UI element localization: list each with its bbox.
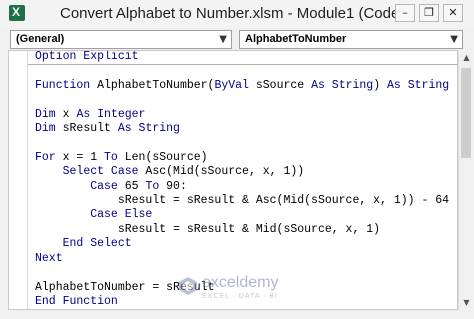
close-button[interactable]: ✕	[443, 4, 463, 22]
code-token: 65	[117, 179, 146, 193]
code-line[interactable]: Next	[35, 252, 63, 265]
procedure-dropdown[interactable]: AlphabetToNumber ▼	[239, 30, 463, 49]
restore-button[interactable]: ❐	[419, 4, 439, 22]
excel-vba-icon[interactable]	[9, 5, 25, 21]
code-keyword: As String	[387, 78, 450, 92]
horizontal-scrollbar[interactable]	[8, 310, 458, 319]
code-token: 90:	[159, 179, 187, 193]
code-token: Len(sSource)	[117, 150, 208, 164]
code-keyword: End Function	[35, 294, 118, 308]
object-dropdown[interactable]: (General) ▼	[10, 30, 232, 49]
code-line[interactable]: Dim sResult As String	[35, 122, 180, 135]
code-keyword: As Integer	[76, 107, 146, 121]
code-keyword: Dim	[35, 107, 56, 121]
chevron-down-icon[interactable]: ▼	[450, 31, 458, 48]
code-line[interactable]: sResult = sResult & Mid(sSource, x, 1)	[35, 223, 380, 236]
code-keyword: End Select	[62, 237, 132, 251]
window-title: Convert Alphabet to Number.xlsm - Module…	[60, 5, 405, 22]
code-keyword: Case	[90, 179, 118, 193]
code-keyword: For	[35, 150, 56, 164]
code-keyword: To	[104, 150, 118, 164]
code-line[interactable]: Dim x As Integer	[35, 108, 145, 121]
margin-indicator-bar[interactable]	[9, 51, 28, 309]
code-token: Asc(Mid(sSource, x, 1))	[138, 165, 305, 179]
code-keyword: Select Case	[62, 165, 139, 179]
minimize-button[interactable]: –	[395, 4, 415, 22]
code-text[interactable]: Option Explicit Function AlphabetToNumbe…	[35, 50, 449, 309]
code-line[interactable]: Case Else	[35, 208, 152, 221]
scroll-up-icon[interactable]: ▲	[459, 50, 474, 65]
procedure-dropdown-value: AlphabetToNumber	[245, 33, 347, 45]
code-line[interactable]: Option Explicit	[35, 50, 139, 63]
code-token: x	[55, 107, 77, 121]
code-keyword: Function	[35, 78, 98, 92]
code-token: sSource	[248, 78, 312, 92]
code-token: sResult = sResult & Asc(Mid(sSource, x, …	[35, 194, 450, 208]
code-window-toolbar: (General) ▼ AlphabetToNumber ▼	[0, 28, 474, 50]
code-token: sResult = sResult & Mid(sSource, x, 1)	[35, 222, 381, 236]
code-token: )	[373, 78, 388, 92]
vertical-scrollbar[interactable]: ▲ ▼	[458, 50, 474, 310]
watermark-tagline: EXCEL · DATA · BI	[202, 293, 278, 300]
scroll-down-icon[interactable]: ▼	[459, 295, 474, 310]
code-editor[interactable]: Option Explicit Function AlphabetToNumbe…	[8, 50, 458, 310]
code-line[interactable]: Select Case Asc(Mid(sSource, x, 1))	[35, 165, 305, 179]
code-token: AlphabetToNumber(	[97, 78, 215, 92]
code-keyword: ByVal	[214, 78, 249, 92]
code-line[interactable]: End Function	[35, 295, 118, 308]
title-bar: Convert Alphabet to Number.xlsm - Module…	[0, 0, 474, 29]
watermark-name: exceldemy	[202, 274, 279, 291]
code-keyword: Next	[35, 251, 63, 265]
code-keyword: As String	[117, 122, 180, 136]
code-line[interactable]: For x = 1 To Len(sSource)	[35, 151, 208, 164]
code-line[interactable]: sResult = sResult & Asc(Mid(sSource, x, …	[35, 194, 449, 207]
code-token: sResult	[55, 122, 118, 136]
code-line[interactable]: Case 65 To 90:	[35, 180, 187, 193]
code-keyword: Option Explicit	[35, 50, 139, 63]
object-dropdown-value: (General)	[16, 33, 65, 45]
chevron-down-icon[interactable]: ▼	[219, 31, 227, 48]
code-line[interactable]: Function AlphabetToNumber(ByVal sSource …	[35, 79, 449, 92]
code-line[interactable]: End Select	[35, 237, 132, 250]
code-keyword: Dim	[35, 122, 56, 136]
code-keyword: To	[145, 179, 160, 193]
exceldemy-logo-icon	[179, 277, 197, 295]
code-token: x = 1	[55, 150, 105, 164]
code-keyword: Case Else	[90, 208, 153, 222]
code-keyword: As String	[311, 78, 374, 92]
exceldemy-watermark: exceldemy EXCEL · DATA · BI	[178, 274, 308, 304]
scroll-thumb[interactable]	[461, 68, 471, 158]
